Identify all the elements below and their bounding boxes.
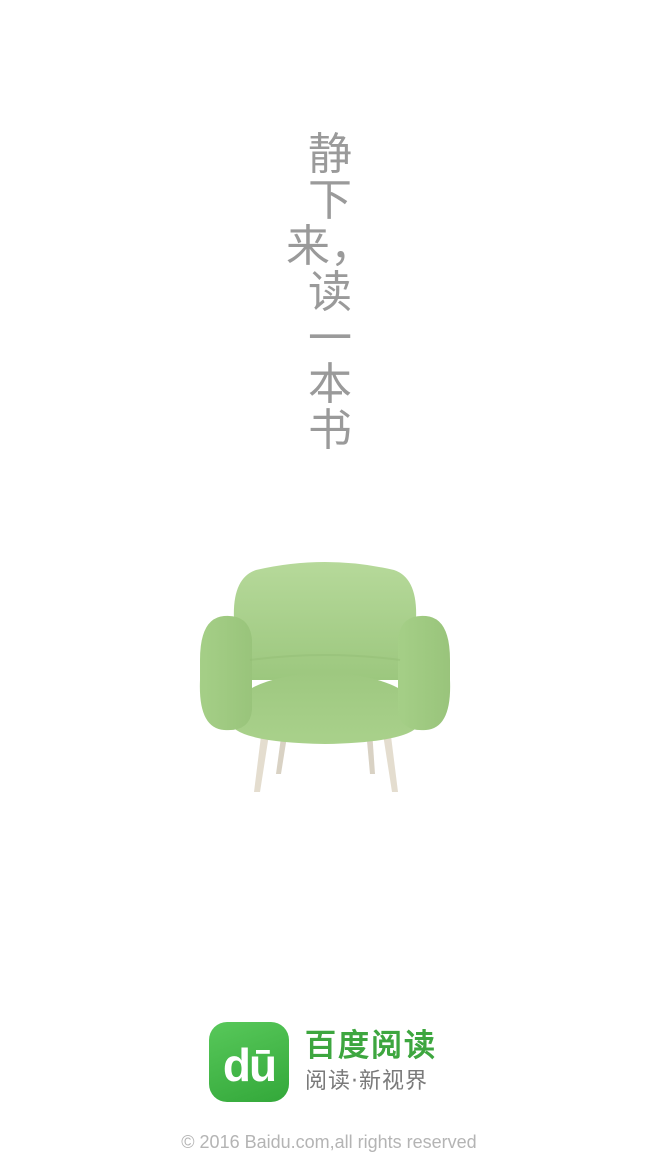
slogan-char: 来， xyxy=(286,221,374,272)
brand-text: 百度阅读 阅读·新视界 xyxy=(305,1026,437,1098)
brand-logo-block: dū 百度阅读 阅读·新视界 xyxy=(209,1022,437,1102)
slogan-char: 书 xyxy=(308,405,352,456)
slogan-char: 一 xyxy=(308,313,352,364)
brand-name: 百度阅读 xyxy=(305,1028,437,1064)
slogan-char: 下 xyxy=(308,175,352,226)
baidu-read-app-icon: dū xyxy=(209,1022,289,1102)
slogan-char: 静 xyxy=(308,129,352,180)
splash-slogan: 静 下 来， 读 一 本 书 xyxy=(286,129,374,456)
brand-tagline: 阅读·新视界 xyxy=(305,1069,428,1094)
copyright-notice: © 2016 Baidu.com,all rights reserved xyxy=(181,1132,477,1152)
slogan-char: 读 xyxy=(308,267,352,318)
armchair-illustration xyxy=(199,562,451,792)
slogan-char: 本 xyxy=(308,359,352,410)
app-icon-text: dū xyxy=(222,1039,277,1091)
